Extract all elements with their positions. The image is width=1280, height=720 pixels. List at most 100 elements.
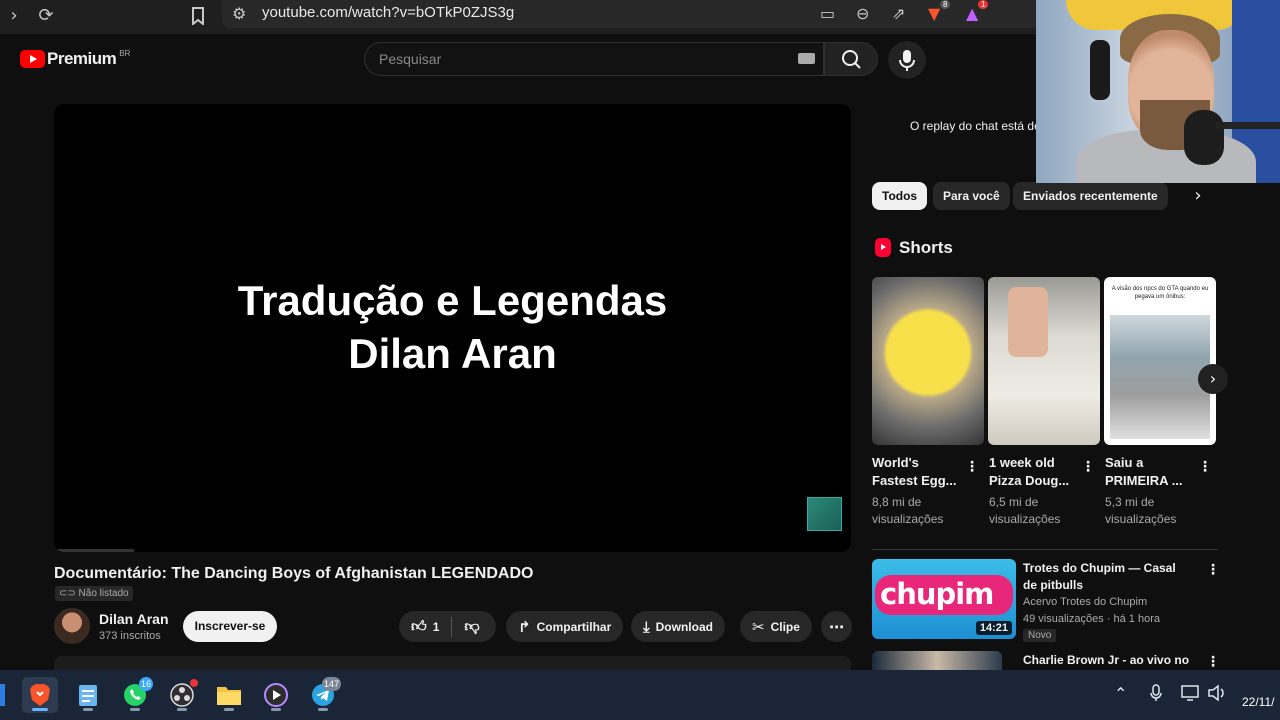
- channel-name[interactable]: Dilan Aran: [99, 611, 169, 627]
- avatar[interactable]: [54, 608, 90, 644]
- microphone-icon: [899, 50, 915, 71]
- url-text[interactable]: youtube.com/watch?v=bOTkP0ZJS3g: [262, 4, 514, 21]
- browser-toolbar: › ⟳ ⚙ youtube.com/watch?v=bOTkP0ZJS3g ▭ …: [0, 0, 1040, 34]
- search-input[interactable]: Pesquisar: [364, 42, 824, 76]
- brave-icon: [30, 684, 50, 706]
- clip-button[interactable]: ✂ Clipe: [740, 611, 812, 642]
- recording-dot: [190, 679, 198, 687]
- more-actions-button[interactable]: ⋯: [821, 611, 852, 642]
- taskbar-obs[interactable]: [164, 677, 200, 713]
- more-vert-icon[interactable]: ⋮: [1206, 563, 1220, 577]
- download-button[interactable]: ⤓ Download: [631, 611, 725, 642]
- start-edge[interactable]: [0, 684, 5, 706]
- hand-shape: [1008, 287, 1048, 357]
- short-title-3[interactable]: Saiu a PRIMEIRA ...: [1105, 454, 1195, 490]
- mic-arm: [1216, 122, 1280, 129]
- site-settings-icon[interactable]: ⚙: [232, 4, 246, 23]
- chevron-up-icon[interactable]: ⌃: [1114, 684, 1127, 703]
- bookmark-icon[interactable]: [184, 2, 212, 30]
- taskbar-telegram[interactable]: 147: [305, 677, 341, 713]
- divider: [451, 616, 453, 637]
- like-count[interactable]: 1: [433, 620, 440, 634]
- running-indicator: [224, 708, 234, 711]
- more-vert-icon[interactable]: ⋮: [1081, 460, 1095, 474]
- microphone-icon: [1184, 110, 1224, 165]
- running-indicator: [83, 708, 93, 711]
- dislike-icon[interactable]: 👎︎: [464, 617, 479, 636]
- short-title-2[interactable]: 1 week old Pizza Doug...: [989, 454, 1079, 490]
- share-arrow-icon: ↱: [518, 617, 531, 636]
- visibility-label: Não listado: [78, 588, 129, 599]
- taskbar-file-explorer[interactable]: [211, 677, 247, 713]
- brave-badge: 8: [940, 0, 951, 9]
- subscribe-button[interactable]: Inscrever-se: [183, 611, 277, 642]
- short-title-1[interactable]: World's Fastest Egg...: [872, 454, 962, 490]
- address-bar[interactable]: ⚙ youtube.com/watch?v=bOTkP0ZJS3g ▭ ⊖ ⇗ …: [222, 0, 1040, 28]
- progress-bar[interactable]: [54, 549, 134, 552]
- recommended-thumbnail-1[interactable]: chupim 14:21: [872, 559, 1016, 639]
- overlay-line-1: Tradução e Legendas: [237, 277, 668, 324]
- share-label: Compartilhar: [536, 619, 612, 634]
- chip-all[interactable]: Todos: [872, 182, 928, 210]
- chevron-right-icon[interactable]: ›: [1186, 184, 1210, 208]
- link-icon: ⊂⊃: [59, 588, 79, 599]
- notification-badge: 147: [321, 677, 341, 691]
- download-icon: ⤓: [643, 617, 650, 636]
- notification-badge: 16: [138, 677, 153, 691]
- description-box[interactable]: [54, 656, 851, 670]
- short-thumbnail-2[interactable]: [988, 277, 1100, 445]
- brave-shields-icon[interactable]: ▼: [928, 4, 940, 23]
- short-views-3: 5,3 mi de visualizações: [1105, 495, 1177, 526]
- shorts-heading: Shorts: [899, 238, 953, 257]
- more-vert-icon[interactable]: ⋮: [1206, 655, 1220, 669]
- more-vert-icon[interactable]: ⋮: [965, 460, 979, 474]
- logo-region: BR: [119, 48, 131, 58]
- short-thumbnail-3[interactable]: A visão dos npcs do GTA quando eu pegava…: [1104, 277, 1216, 445]
- taskbar-brave[interactable]: [22, 677, 58, 713]
- zoom-icon[interactable]: ⊖: [856, 4, 869, 23]
- short-thumbnail-1[interactable]: [872, 277, 984, 445]
- share-button[interactable]: ↱ Compartilhar: [506, 611, 624, 642]
- chevron-right-icon[interactable]: ›: [1198, 364, 1228, 394]
- keyboard-icon[interactable]: [798, 53, 815, 64]
- recommended-title-2[interactable]: Charlie Brown Jr - ao vivo no: [1023, 653, 1189, 667]
- video-player[interactable]: Tradução e Legendas Dilan Aran: [54, 104, 851, 552]
- reload-icon[interactable]: ⟳: [32, 2, 60, 30]
- channel-watermark[interactable]: [807, 497, 842, 531]
- new-badge: Novo: [1023, 629, 1057, 642]
- notepad-icon: [79, 685, 97, 706]
- chat-replay-notice: O replay do chat está de: [910, 119, 1041, 133]
- rewards-icon[interactable]: ▲: [966, 4, 978, 23]
- recommended-thumbnail-2[interactable]: [872, 651, 1002, 670]
- chip-for-you[interactable]: Para você: [933, 182, 1010, 210]
- short-views-1: 8,8 mi de visualizações: [872, 495, 944, 526]
- clock-date[interactable]: 22/11/: [1242, 695, 1274, 709]
- unlisted-badge: ⊂⊃ Não listado: [55, 586, 133, 601]
- subscriber-count: 373 inscritos: [99, 630, 161, 642]
- forward-icon[interactable]: ›: [0, 2, 28, 30]
- volume-icon[interactable]: [1207, 684, 1227, 706]
- youtube-play-icon: [20, 50, 45, 68]
- section-divider: [872, 549, 1218, 550]
- video-title: Documentário: The Dancing Boys of Afghan…: [54, 565, 534, 582]
- taskbar-notepad[interactable]: [70, 677, 106, 713]
- cast-icon[interactable]: ▭: [820, 4, 835, 23]
- recommended-channel-1[interactable]: Acervo Trotes do Chupim: [1023, 596, 1147, 608]
- like-icon[interactable]: 👍︎: [411, 617, 427, 636]
- voice-search-button[interactable]: [888, 41, 926, 79]
- more-vert-icon[interactable]: ⋮: [1198, 460, 1212, 474]
- clip-label: Clipe: [770, 619, 800, 634]
- microphone-icon[interactable]: [1149, 684, 1163, 706]
- youtube-premium-logo[interactable]: Premium BR: [20, 48, 130, 70]
- network-icon[interactable]: [1181, 684, 1201, 706]
- running-indicator: [271, 708, 281, 711]
- taskbar-media-player[interactable]: [258, 677, 294, 713]
- recommended-title-1[interactable]: Trotes do Chupim — Casal de pitbulls: [1023, 560, 1193, 594]
- taskbar-whatsapp[interactable]: 16: [117, 677, 153, 713]
- search-button[interactable]: [824, 42, 878, 76]
- share-icon[interactable]: ⇗: [892, 4, 905, 23]
- running-indicator: [130, 708, 140, 711]
- headset-icon: [1090, 40, 1110, 100]
- chip-recently-uploaded[interactable]: Enviados recentemente: [1013, 182, 1168, 210]
- running-indicator: [177, 708, 187, 711]
